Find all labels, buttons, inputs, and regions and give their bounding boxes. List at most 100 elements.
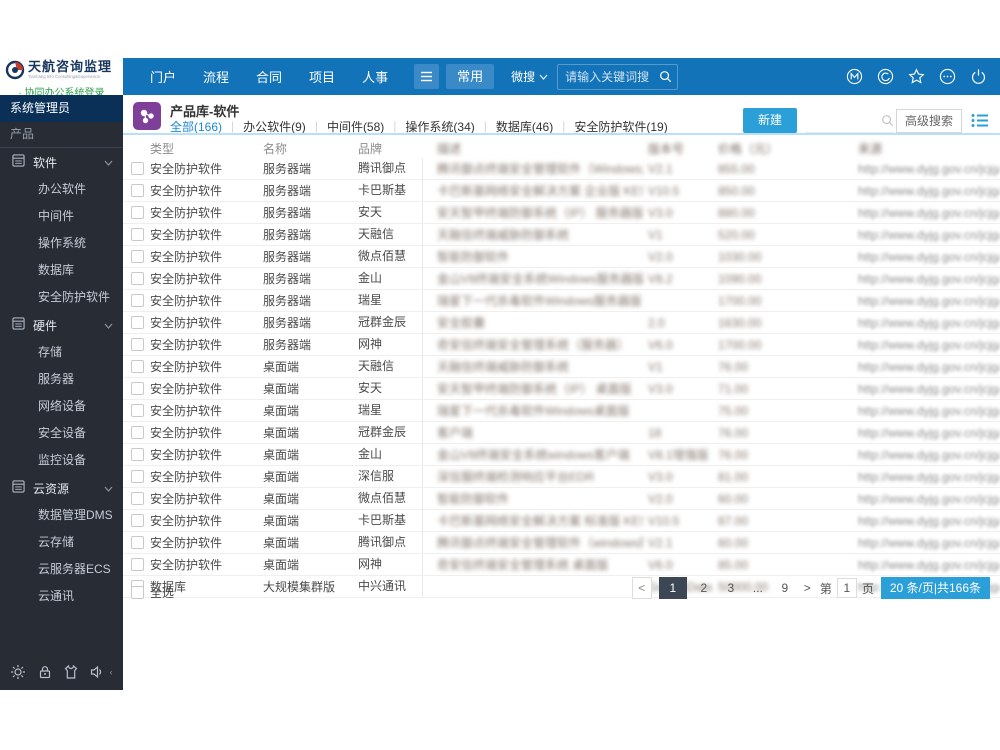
cell-source-url[interactable]: http://www.dyjg.gov.cn/jcjg/ <box>853 536 1000 550</box>
table-row-12[interactable]: 安全防护软件 桌面端 瑞星 瑞星下一代杀毒软件Windows桌面版 75.00 http:… <box>123 400 1000 422</box>
row-checkbox[interactable] <box>131 338 144 351</box>
row-checkbox[interactable] <box>131 514 144 527</box>
sidebar-item-数据库[interactable]: 数据库 <box>0 257 123 284</box>
table-row-3[interactable]: 安全防护软件 服务器端 安天 安天智甲终端防御系统（IP） 服务器版 V3.0 880.0… <box>123 202 1000 224</box>
sidebar-item-操作系统[interactable]: 操作系统 <box>0 230 123 257</box>
theme-shirt-icon[interactable] <box>63 664 79 680</box>
pagination-page-3[interactable]: 3 <box>721 577 741 599</box>
cell-source-url[interactable]: http://www.dyjg.gov.cn/jcjg/ <box>853 404 1000 418</box>
row-checkbox[interactable] <box>131 448 144 461</box>
sidebar-item-云通讯[interactable]: 云通讯 <box>0 583 123 610</box>
tab-4[interactable]: 操作系统(34) <box>405 118 474 135</box>
row-checkbox[interactable] <box>131 294 144 307</box>
topnav-item-1[interactable]: 门户 <box>150 67 176 86</box>
sidebar-section-硬件[interactable]: 硬件 <box>0 311 123 339</box>
row-checkbox[interactable] <box>131 426 144 439</box>
cell-source-url[interactable]: http://www.dyjg.gov.cn/jcjg/ <box>853 558 1000 572</box>
tab-2[interactable]: 办公软件(9) <box>243 118 306 135</box>
row-checkbox[interactable] <box>131 558 144 571</box>
tab-5[interactable]: 数据库(46) <box>496 118 553 135</box>
sidebar-item-安全防护软件[interactable]: 安全防护软件 <box>0 284 123 311</box>
row-checkbox[interactable] <box>131 250 144 263</box>
row-checkbox[interactable] <box>131 360 144 373</box>
table-row-14[interactable]: 安全防护软件 桌面端 金山 金山V8终端安全系统windows客户端 V8.1增强版 76… <box>123 444 1000 466</box>
select-all-checkbox[interactable] <box>131 586 144 599</box>
gear-icon[interactable] <box>10 664 26 680</box>
current-user[interactable]: 系统管理员 <box>0 95 123 122</box>
sidebar-item-存储[interactable]: 存储 <box>0 339 123 366</box>
pagination-next-button[interactable]: > <box>802 581 813 595</box>
cell-source-url[interactable]: http://www.dyjg.gov.cn/jcjg/ <box>853 294 1000 308</box>
cell-source-url[interactable]: http://www.dyjg.gov.cn/jcjg/ <box>853 470 1000 484</box>
row-checkbox[interactable] <box>131 536 144 549</box>
sidebar-item-监控设备[interactable]: 监控设备 <box>0 447 123 474</box>
cell-source-url[interactable]: http://www.dyjg.gov.cn/jcjg/ <box>853 316 1000 330</box>
topnav-item-3[interactable]: 合同 <box>256 67 282 86</box>
message-icon[interactable] <box>877 68 894 85</box>
row-checkbox[interactable] <box>131 272 144 285</box>
sidebar-section-软件[interactable]: 软件 <box>0 148 123 176</box>
lock-icon[interactable] <box>37 664 53 680</box>
nav-pinned-tab[interactable]: 常用 <box>446 64 495 89</box>
search-scope-dropdown[interactable]: 微搜 <box>511 68 548 85</box>
table-row-9[interactable]: 安全防护软件 服务器端 网神 奇安信终端安全管理系统（服务器） V6.0 1700.00 h… <box>123 334 1000 356</box>
sidebar-item-办公软件[interactable]: 办公软件 <box>0 176 123 203</box>
table-row-10[interactable]: 安全防护软件 桌面端 天融信 天融信终端威胁防御系统 V1 76.00 http://www… <box>123 356 1000 378</box>
table-row-4[interactable]: 安全防护软件 服务器端 天融信 天融信终端威胁防御系统 V1 520.00 http://w… <box>123 224 1000 246</box>
cell-source-url[interactable]: http://www.dyjg.gov.cn/jcjg/ <box>853 162 1000 176</box>
global-search-input[interactable] <box>563 68 660 85</box>
table-row-6[interactable]: 安全防护软件 服务器端 金山 金山V8终端安全系统Windows服务器版 V8.2 109… <box>123 268 1000 290</box>
table-row-15[interactable]: 安全防护软件 桌面端 深信服 深信服终端检测响应平台EDR V3.0 81.00 http:… <box>123 466 1000 488</box>
sidebar-item-云服务器ECS[interactable]: 云服务器ECS <box>0 556 123 583</box>
page-size-button[interactable]: 20 条/页|共166条 <box>880 577 990 599</box>
sidebar-item-云存储[interactable]: 云存储 <box>0 529 123 556</box>
sidebar-item-中间件[interactable]: 中间件 <box>0 203 123 230</box>
cell-source-url[interactable]: http://www.dyjg.gov.cn/jcjg/ <box>853 206 1000 220</box>
table-row-5[interactable]: 安全防护软件 服务器端 微点佰慧 智能防御软件 V2.0 1030.00 http://ww… <box>123 246 1000 268</box>
m-badge-icon[interactable] <box>846 68 863 85</box>
cell-source-url[interactable]: http://www.dyjg.gov.cn/jcjg/ <box>853 228 1000 242</box>
table-search-input[interactable] <box>804 112 881 128</box>
table-row-8[interactable]: 安全防护软件 服务器端 冠群金辰 安全胶囊 2.0 1630.00 http://www.d… <box>123 312 1000 334</box>
search-icon[interactable] <box>659 70 672 83</box>
cell-source-url[interactable]: http://www.dyjg.gov.cn/jcjg/ <box>853 184 1000 198</box>
row-checkbox[interactable] <box>131 316 144 329</box>
table-search-icon[interactable] <box>881 114 894 127</box>
tab-1[interactable]: 全部(166) <box>170 118 222 135</box>
cell-source-url[interactable]: http://www.dyjg.gov.cn/jcjg/ <box>853 514 1000 528</box>
row-checkbox[interactable] <box>131 184 144 197</box>
pagination-page-...[interactable]: ... <box>748 577 768 599</box>
topnav-item-4[interactable]: 项目 <box>309 67 335 86</box>
table-row-13[interactable]: 安全防护软件 桌面端 冠群金辰 客户端 18 76.00 http://www.dyjg.g… <box>123 422 1000 444</box>
topnav-item-5[interactable]: 人事 <box>362 67 388 86</box>
pagination-page-9[interactable]: 9 <box>775 577 795 599</box>
more-icon[interactable] <box>939 68 956 85</box>
table-row-19[interactable]: 安全防护软件 桌面端 网神 奇安信终端安全管理系统 桌面版 V6.0 85.00 http:… <box>123 554 1000 576</box>
cell-source-url[interactable]: http://www.dyjg.gov.cn/jcjg/ <box>853 360 1000 374</box>
sidebar-section-云资源[interactable]: 云资源 <box>0 474 123 502</box>
pagination-page-1[interactable]: 1 <box>658 577 687 599</box>
pagination-page-2[interactable]: 2 <box>694 577 714 599</box>
table-row-1[interactable]: 安全防护软件 服务器端 腾讯御点 腾讯御点终端安全管理软件（Windows版） V2.1… <box>123 158 1000 180</box>
power-icon[interactable] <box>970 68 987 85</box>
nav-menu-button[interactable] <box>414 64 440 89</box>
tab-6[interactable]: 安全防护软件(19) <box>574 118 667 135</box>
cell-source-url[interactable]: http://www.dyjg.gov.cn/jcjg/ <box>853 426 1000 440</box>
row-checkbox[interactable] <box>131 470 144 483</box>
table-row-11[interactable]: 安全防护软件 桌面端 安天 安天智甲终端防御系统（IP） 桌面版 V3.0 71.00 ht… <box>123 378 1000 400</box>
cell-source-url[interactable]: http://www.dyjg.gov.cn/jcjg/ <box>853 250 1000 264</box>
pagination-prev-button[interactable]: < <box>631 577 652 599</box>
cell-source-url[interactable]: http://www.dyjg.gov.cn/jcjg/ <box>853 338 1000 352</box>
cell-source-url[interactable]: http://www.dyjg.gov.cn/jcjg/ <box>853 448 1000 462</box>
sidebar-item-数据管理DMS[interactable]: 数据管理DMS <box>0 502 123 529</box>
row-checkbox[interactable] <box>131 404 144 417</box>
star-icon[interactable] <box>908 68 925 85</box>
sidebar-item-网络设备[interactable]: 网络设备 <box>0 393 123 420</box>
cell-source-url[interactable]: http://www.dyjg.gov.cn/jcjg/ <box>853 272 1000 286</box>
table-row-2[interactable]: 安全防护软件 服务器端 卡巴斯基 卡巴斯基网络安全解决方案 企业版 KES V10.5 8… <box>123 180 1000 202</box>
tab-3[interactable]: 中间件(58) <box>327 118 384 135</box>
table-row-16[interactable]: 安全防护软件 桌面端 微点佰慧 智能防御软件 V2.0 60.00 http://www.d… <box>123 488 1000 510</box>
speaker-icon[interactable] <box>89 664 105 680</box>
cell-source-url[interactable]: http://www.dyjg.gov.cn/jcjg/ <box>853 382 1000 396</box>
sidebar-item-服务器[interactable]: 服务器 <box>0 366 123 393</box>
